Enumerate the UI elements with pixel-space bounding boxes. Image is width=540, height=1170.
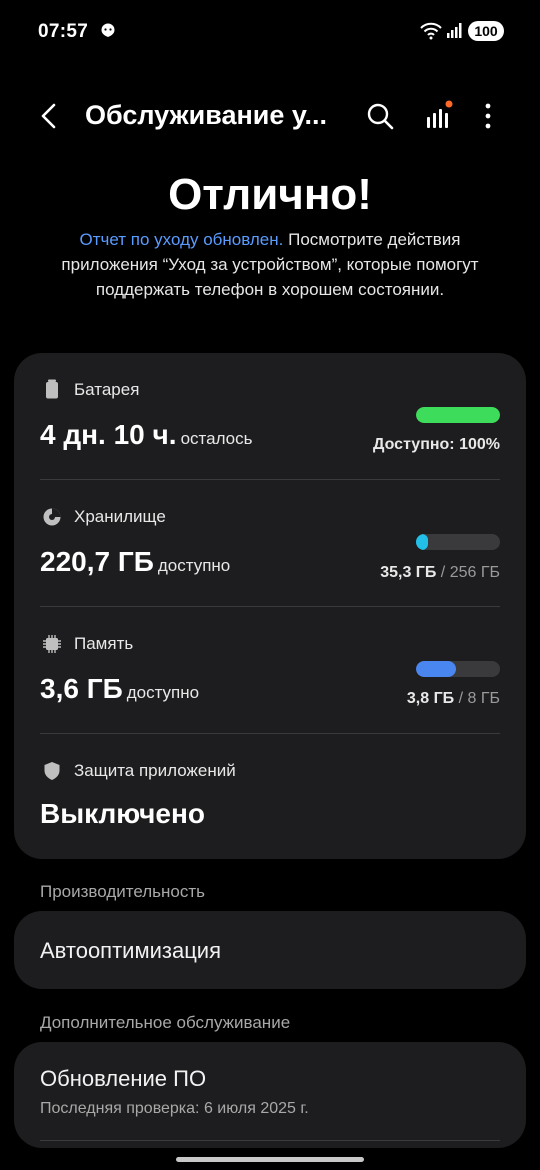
memory-chip-icon xyxy=(43,635,61,653)
memory-label: Память xyxy=(74,634,134,653)
status-bar: 07:57 100 xyxy=(0,0,540,62)
storage-row[interactable]: Хранилище 220,7 ГБ доступно 35,3 ГБ / 256… xyxy=(14,480,526,606)
app-bar: Обслуживание у... xyxy=(0,86,540,146)
battery-suffix: осталось xyxy=(180,429,253,448)
software-update-label: Обновление ПО xyxy=(40,1066,207,1091)
shield-icon xyxy=(44,762,60,780)
software-update-last-check: Последняя проверка: 6 июля 2025 г. xyxy=(40,1100,309,1117)
app-protection-label: Защита приложений xyxy=(74,761,236,780)
memory-value: 3,6 ГБ доступно xyxy=(40,673,200,704)
storage-pie-icon xyxy=(43,508,61,526)
battery-icon xyxy=(46,379,58,399)
more-options-icon[interactable] xyxy=(476,102,500,130)
status-time: 07:57 xyxy=(38,21,89,42)
storage-usage-fill xyxy=(416,534,428,550)
section-additional-maintenance: Дополнительное обслуживание xyxy=(40,1013,291,1032)
memory-usage-fill xyxy=(416,661,456,677)
care-report-link[interactable]: Отчет по уходу обновлен. xyxy=(80,230,284,249)
section-performance: Производительность xyxy=(40,882,206,901)
auto-optimization-label: Автооптимизация xyxy=(40,938,221,963)
storage-usage-bar xyxy=(416,534,500,550)
memory-usage-text: 3,8 ГБ / 8 ГБ xyxy=(406,690,500,707)
battery-available: Доступно: 100% xyxy=(373,436,500,453)
care-report-description: Отчет по уходу обновлен. Посмотрите дейс… xyxy=(50,227,490,302)
app-protection-row[interactable]: Защита приложений Выключено xyxy=(14,734,526,859)
page-title: Обслуживание у... xyxy=(85,100,328,130)
wifi-icon xyxy=(420,22,442,40)
memory-row[interactable]: Память 3,6 ГБ доступно 3,8 ГБ / 8 ГБ xyxy=(14,607,526,733)
battery-level-bar xyxy=(416,407,500,423)
memory-suffix: доступно xyxy=(126,683,200,702)
battery-row[interactable]: Батарея 4 дн. 10 ч. осталось Доступно: 10… xyxy=(14,353,526,479)
auto-optimization-item[interactable]: Автооптимизация xyxy=(14,911,526,989)
chat-notification-icon xyxy=(101,23,115,37)
battery-level-fill xyxy=(416,407,500,423)
divider xyxy=(40,1140,500,1141)
back-arrow-icon[interactable] xyxy=(36,102,64,130)
app-protection-value: Выключено xyxy=(40,798,205,829)
software-update-item[interactable]: Обновление ПО Последняя проверка: 6 июля… xyxy=(14,1042,526,1148)
storage-suffix: доступно xyxy=(157,556,231,575)
search-icon[interactable] xyxy=(366,102,394,130)
battery-value: 4 дн. 10 ч. осталось xyxy=(40,419,253,450)
storage-value: 220,7 ГБ доступно xyxy=(40,546,231,577)
memory-usage-bar xyxy=(416,661,500,677)
storage-label: Хранилище xyxy=(74,507,166,526)
status-headline: Отлично! xyxy=(168,170,372,219)
battery-label: Батарея xyxy=(74,380,140,399)
report-chart-icon[interactable] xyxy=(424,100,454,130)
gesture-navigation-bar[interactable] xyxy=(176,1157,364,1162)
signal-icon xyxy=(447,23,462,38)
storage-usage-text: 35,3 ГБ / 256 ГБ xyxy=(380,564,500,581)
battery-indicator: 100 xyxy=(468,21,504,41)
device-status-card: Батарея 4 дн. 10 ч. осталось Доступно: 10… xyxy=(14,353,526,859)
